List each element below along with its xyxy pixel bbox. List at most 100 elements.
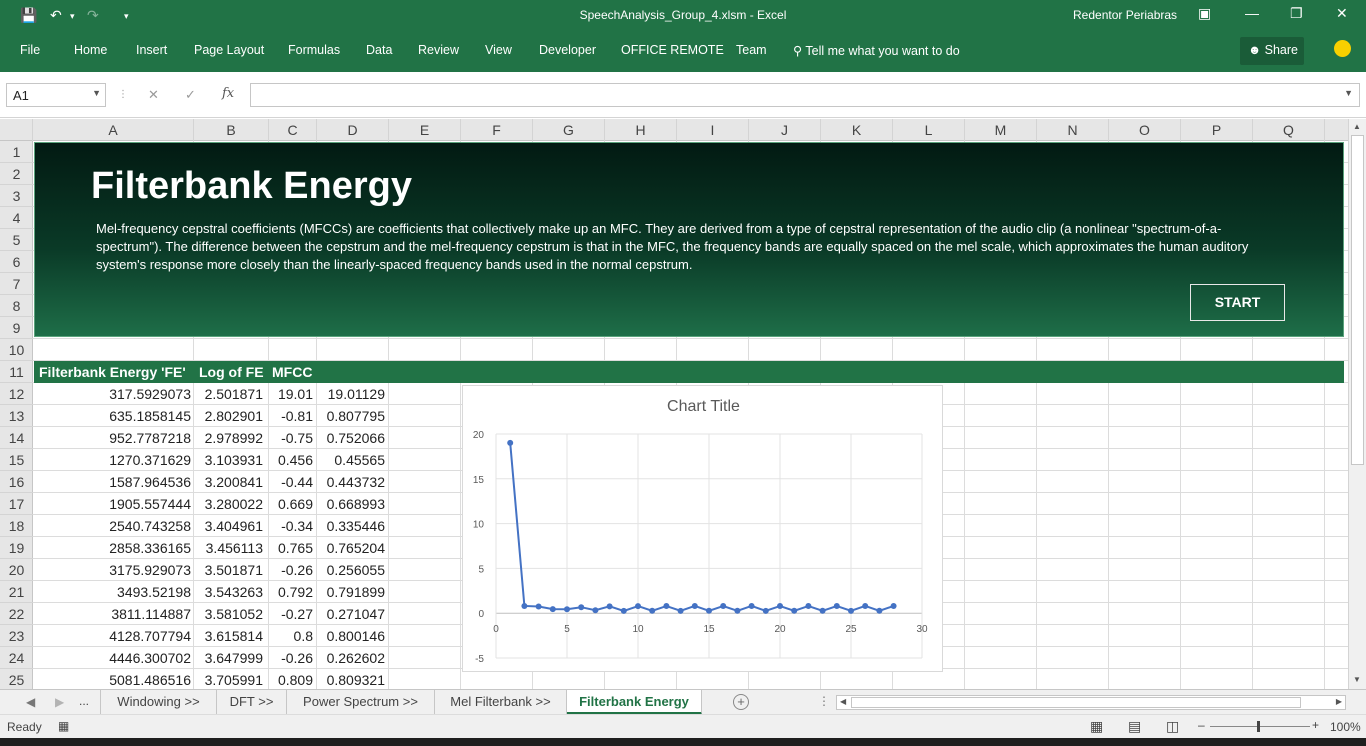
- row-header-9[interactable]: 9: [0, 317, 33, 339]
- table-cell[interactable]: 3.543263: [194, 581, 266, 603]
- table-cell[interactable]: 1905.557444: [33, 493, 194, 515]
- row-header-4[interactable]: 4: [0, 207, 33, 229]
- feedback-smiley-icon[interactable]: [1334, 40, 1351, 57]
- minimize-icon[interactable]: —: [1245, 5, 1259, 21]
- scroll-down-icon[interactable]: ▼: [1353, 675, 1361, 684]
- table-cell[interactable]: 0.809: [266, 669, 316, 689]
- scroll-right-icon[interactable]: ▶: [1336, 697, 1342, 706]
- table-cell[interactable]: -0.26: [266, 559, 316, 581]
- table-cell[interactable]: 3.647999: [194, 647, 266, 669]
- column-header-n[interactable]: N: [1037, 119, 1109, 141]
- table-cell[interactable]: 0.791899: [316, 581, 388, 603]
- table-cell[interactable]: 2858.336165: [33, 537, 194, 559]
- normal-view-icon[interactable]: ▦: [1090, 718, 1103, 735]
- row-header-5[interactable]: 5: [0, 229, 33, 251]
- tab-team[interactable]: Team: [736, 43, 767, 57]
- chevron-down-icon[interactable]: ▼: [92, 88, 101, 98]
- table-cell[interactable]: 3.456113: [194, 537, 266, 559]
- table-cell[interactable]: 1587.964536: [33, 471, 194, 493]
- table-cell[interactable]: 3.280022: [194, 493, 266, 515]
- row-header-8[interactable]: 8: [0, 295, 33, 317]
- column-header-f[interactable]: F: [461, 119, 533, 141]
- cancel-icon[interactable]: ✕: [148, 87, 159, 103]
- row-header-10[interactable]: 10: [0, 339, 33, 361]
- close-icon[interactable]: ✕: [1336, 5, 1348, 22]
- table-cell[interactable]: 3.581052: [194, 603, 266, 625]
- table-cell[interactable]: 0.752066: [316, 427, 388, 449]
- table-cell[interactable]: -0.26: [266, 647, 316, 669]
- table-cell[interactable]: 2.802901: [194, 405, 266, 427]
- vertical-scroll-thumb[interactable]: [1351, 135, 1364, 465]
- column-header-o[interactable]: O: [1109, 119, 1181, 141]
- tell-me-box[interactable]: ⚲ Tell me what you want to do: [793, 43, 960, 58]
- column-header-h[interactable]: H: [605, 119, 677, 141]
- tab-formulas[interactable]: Formulas: [288, 43, 340, 57]
- column-header-g[interactable]: G: [533, 119, 605, 141]
- row-header-3[interactable]: 3: [0, 185, 33, 207]
- tab-review[interactable]: Review: [418, 43, 459, 57]
- start-button[interactable]: START: [1190, 284, 1285, 321]
- table-cell[interactable]: 0.765: [266, 537, 316, 559]
- row-header-14[interactable]: 14: [0, 427, 33, 449]
- table-cell[interactable]: 3.404961: [194, 515, 266, 537]
- enter-check-icon[interactable]: ✓: [185, 87, 196, 103]
- worksheet-grid[interactable]: ABCDEFGHIJKLMNOPQ 1 2 3 4 5 6 7 8 9 10 11 12 13 14 15 1…: [0, 119, 1348, 689]
- row-header-18[interactable]: 18: [0, 515, 33, 537]
- table-cell[interactable]: 4446.300702: [33, 647, 194, 669]
- column-header-i[interactable]: I: [677, 119, 749, 141]
- scroll-left-icon[interactable]: ◀: [840, 697, 846, 706]
- page-layout-view-icon[interactable]: ▤: [1128, 718, 1141, 735]
- row-header-24[interactable]: 24: [0, 647, 33, 669]
- row-header-23[interactable]: 23: [0, 625, 33, 647]
- next-sheet-icon[interactable]: ▶: [55, 695, 64, 709]
- formula-input[interactable]: ▼: [250, 83, 1360, 107]
- table-cell[interactable]: 0.8: [266, 625, 316, 647]
- column-header-m[interactable]: M: [965, 119, 1037, 141]
- table-cell[interactable]: 0.443732: [316, 471, 388, 493]
- scroll-up-icon[interactable]: ▲: [1353, 122, 1361, 131]
- table-cell[interactable]: 2.978992: [194, 427, 266, 449]
- table-cell[interactable]: 3.200841: [194, 471, 266, 493]
- table-cell[interactable]: 0.335446: [316, 515, 388, 537]
- tab-file[interactable]: File: [20, 43, 40, 57]
- row-header-13[interactable]: 13: [0, 405, 33, 427]
- table-cell[interactable]: 5081.486516: [33, 669, 194, 689]
- row-header-20[interactable]: 20: [0, 559, 33, 581]
- table-cell[interactable]: -0.44: [266, 471, 316, 493]
- header-log-of-fe[interactable]: Log of FE: [199, 364, 264, 380]
- row-header-21[interactable]: 21: [0, 581, 33, 603]
- table-cell[interactable]: 3.501871: [194, 559, 266, 581]
- table-cell[interactable]: 0.792: [266, 581, 316, 603]
- table-cell[interactable]: 3.103931: [194, 449, 266, 471]
- tab-office-remote[interactable]: OFFICE REMOTE: [621, 43, 724, 57]
- table-cell[interactable]: 3.615814: [194, 625, 266, 647]
- tab-home[interactable]: Home: [74, 43, 107, 57]
- insert-function-icon[interactable]: fx: [222, 86, 234, 101]
- column-header-e[interactable]: E: [389, 119, 461, 141]
- column-header-l[interactable]: L: [893, 119, 965, 141]
- table-cell[interactable]: 3175.929073: [33, 559, 194, 581]
- macro-record-icon[interactable]: ▦: [58, 719, 69, 733]
- column-header-c[interactable]: C: [269, 119, 317, 141]
- row-header-22[interactable]: 22: [0, 603, 33, 625]
- tab-developer[interactable]: Developer: [539, 43, 596, 57]
- share-button[interactable]: ☻ Share: [1240, 37, 1304, 65]
- expand-formula-icon[interactable]: ▼: [1344, 88, 1353, 98]
- table-cell[interactable]: 3493.52198: [33, 581, 194, 603]
- table-cell[interactable]: 0.45565: [316, 449, 388, 471]
- row-header-12[interactable]: 12: [0, 383, 33, 405]
- table-cell[interactable]: 0.271047: [316, 603, 388, 625]
- zoom-in-icon[interactable]: +: [1312, 718, 1319, 732]
- table-cell[interactable]: 635.1858145: [33, 405, 194, 427]
- table-cell[interactable]: 317.5929073: [33, 383, 194, 405]
- row-header-15[interactable]: 15: [0, 449, 33, 471]
- more-sheets[interactable]: ...: [79, 694, 89, 708]
- sheet-tab-dft[interactable]: DFT >>: [217, 690, 287, 714]
- table-cell[interactable]: 0.456: [266, 449, 316, 471]
- row-header-1[interactable]: 1: [0, 141, 33, 163]
- table-cell[interactable]: 2.501871: [194, 383, 266, 405]
- table-cell[interactable]: 0.809321: [316, 669, 388, 689]
- page-break-view-icon[interactable]: ◫: [1166, 718, 1179, 735]
- row-header-17[interactable]: 17: [0, 493, 33, 515]
- user-name[interactable]: Redentor Periabras: [1073, 8, 1177, 22]
